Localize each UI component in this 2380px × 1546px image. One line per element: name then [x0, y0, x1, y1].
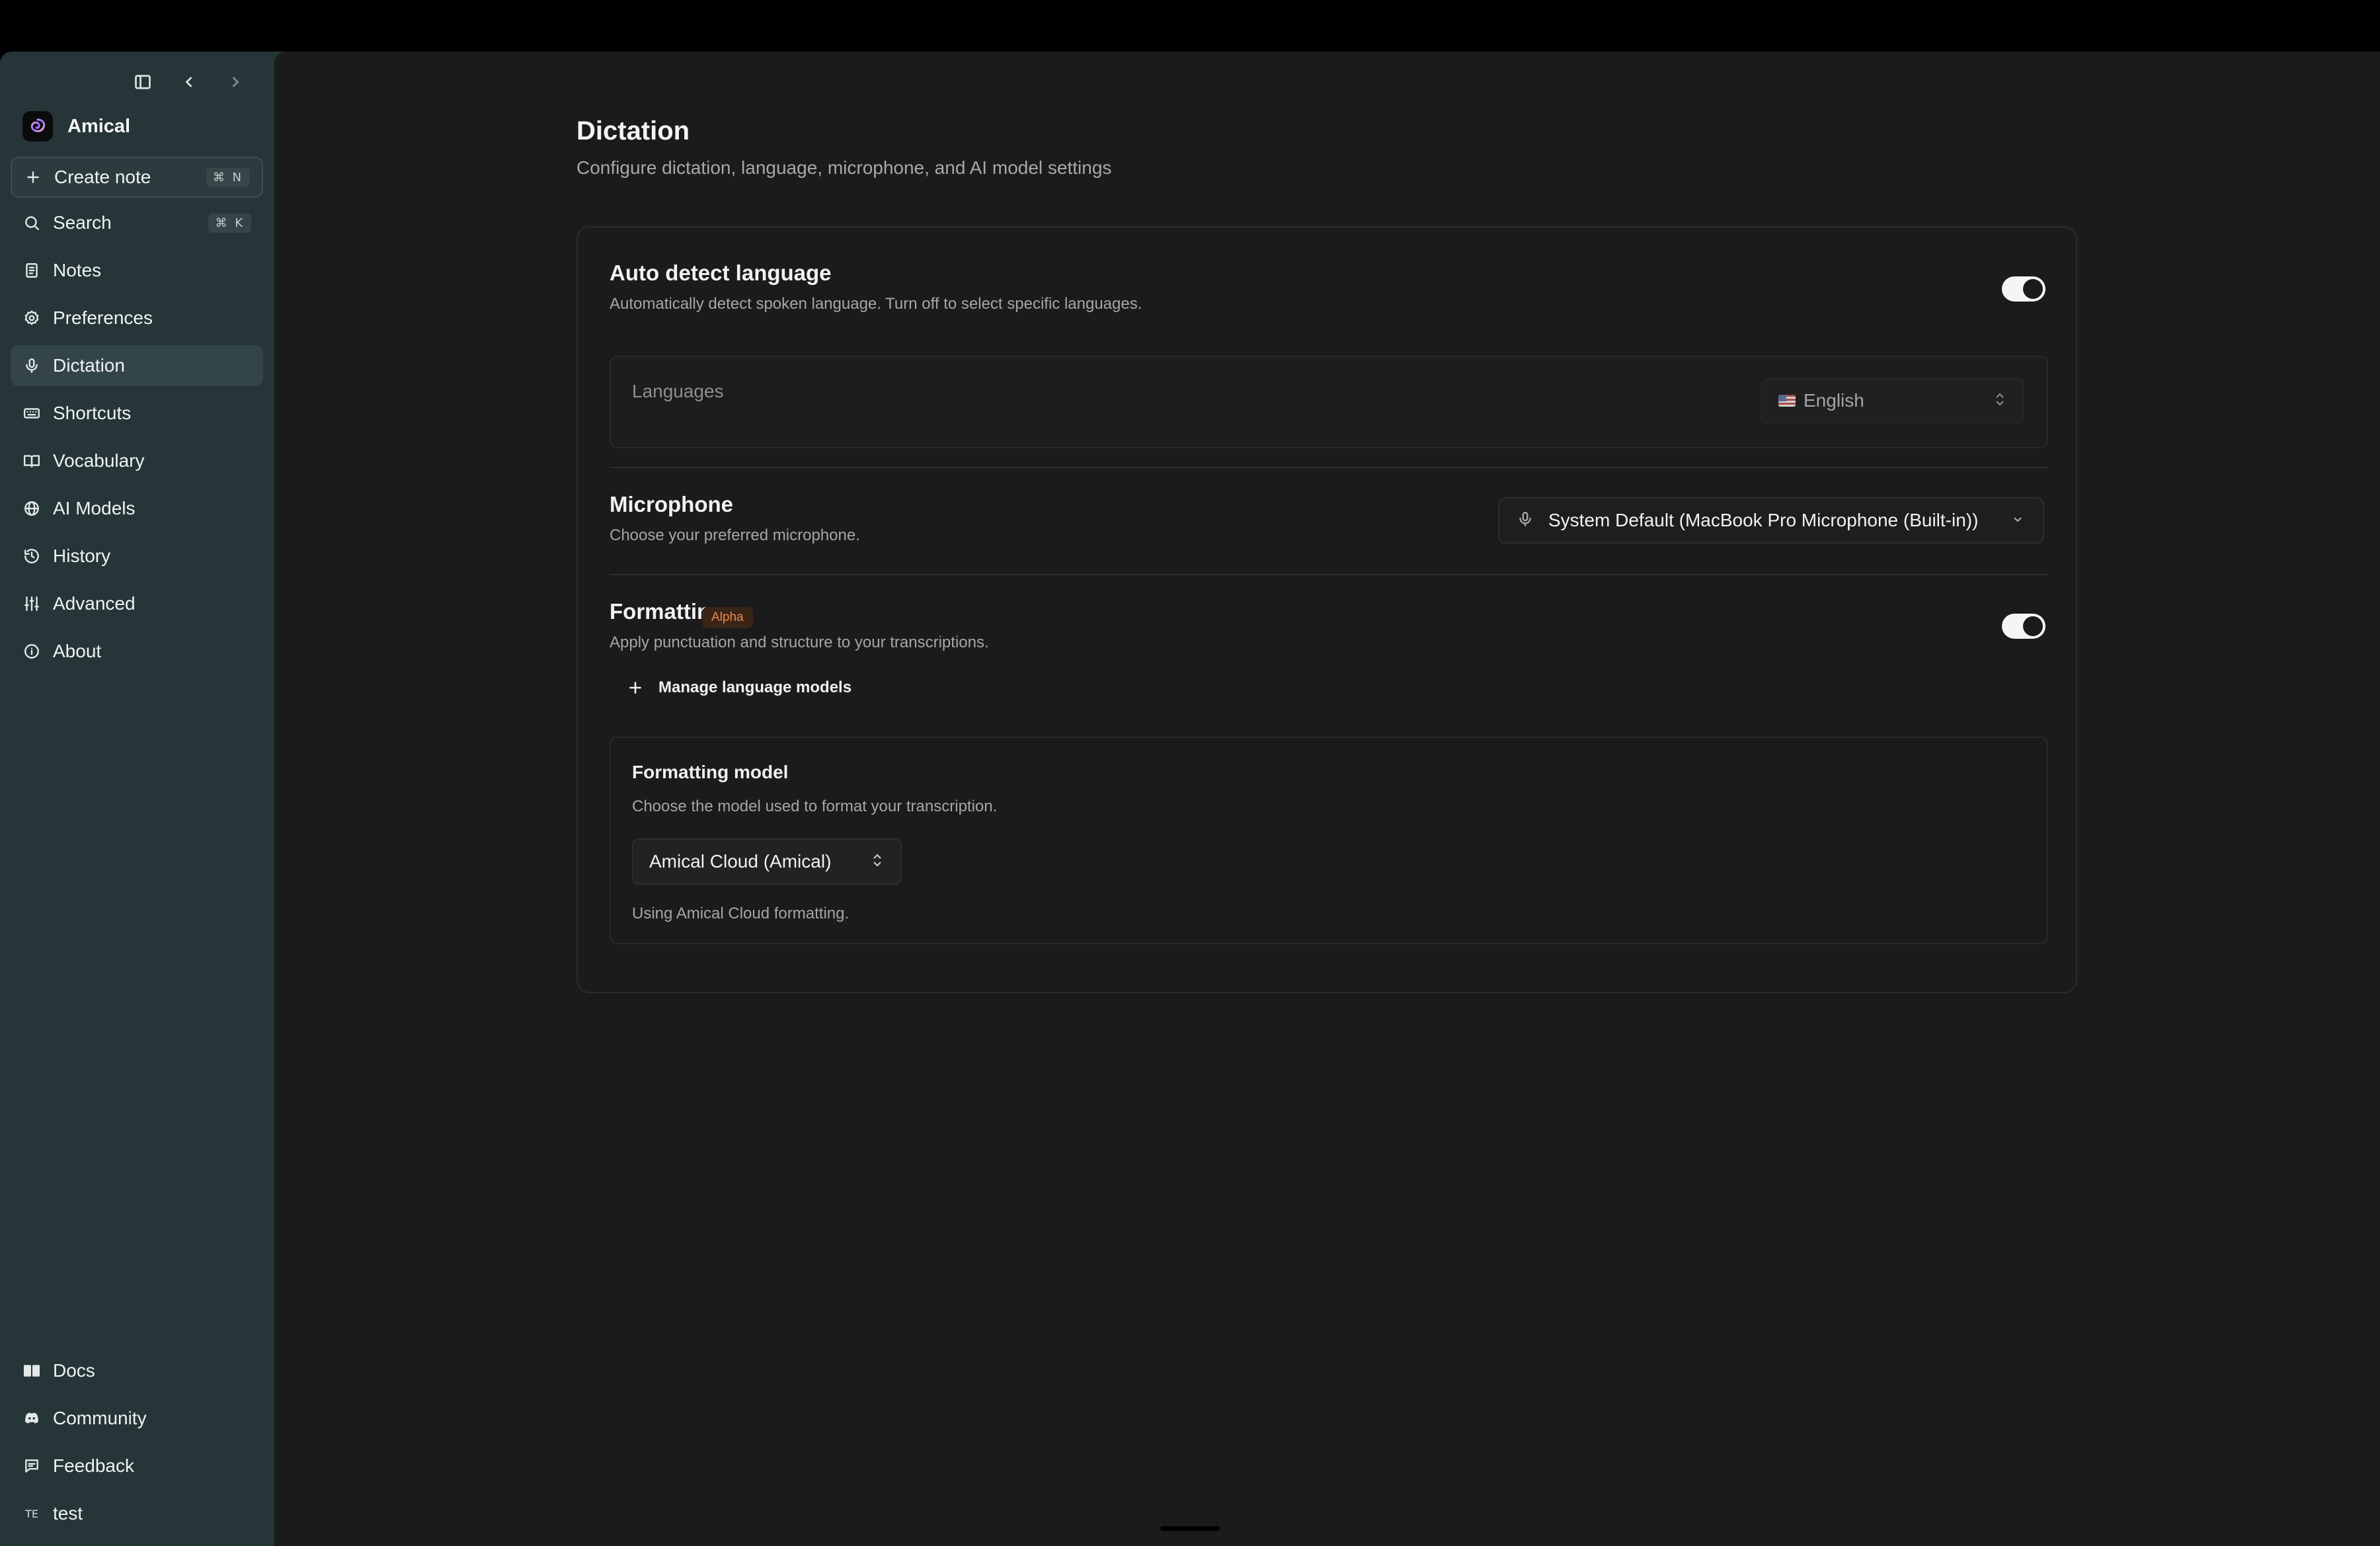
formatting-model-select[interactable]: Amical Cloud (Amical)	[632, 838, 902, 885]
top-bar	[0, 0, 2380, 52]
formatting-model-title: Formatting model	[632, 762, 789, 782]
sidebar-item-label: Feedback	[53, 1455, 134, 1476]
sidebar-item-label: Community	[53, 1408, 147, 1428]
formatting-toggle[interactable]	[2002, 614, 2045, 639]
sidebar-item-ai-models[interactable]: AI Models	[11, 488, 263, 529]
page-title: Dictation	[576, 116, 690, 145]
us-flag-icon	[1778, 395, 1796, 407]
sidebar-item-label: AI Models	[53, 498, 136, 518]
forward-icon[interactable]	[225, 71, 246, 93]
formatting-model-value: Amical Cloud (Amical)	[649, 851, 832, 872]
languages-value: English	[1804, 390, 1864, 411]
alpha-badge: Alpha	[702, 607, 753, 628]
sidebar-item-label: About	[53, 641, 102, 661]
feedback-icon	[22, 1457, 41, 1475]
sliders-icon	[22, 594, 41, 613]
book-open-icon	[22, 1362, 41, 1380]
page-subtitle: Configure dictation, language, microphon…	[576, 157, 1112, 178]
history-icon	[22, 547, 41, 565]
sidebar-item-label: History	[53, 546, 111, 566]
main-content: Dictation Configure dictation, language,…	[274, 52, 2380, 1546]
sidebar-item-feedback[interactable]: Feedback	[11, 1445, 263, 1486]
sidebar-item-dictation[interactable]: Dictation	[11, 345, 263, 386]
toggle-knob	[2023, 279, 2043, 299]
sidebar-item-community[interactable]: Community	[11, 1398, 263, 1439]
formatting-desc: Apply punctuation and structure to your …	[610, 633, 989, 651]
search-shortcut: ⌘ K	[208, 213, 251, 233]
gear-icon	[22, 309, 41, 327]
manage-language-models-label: Manage language models	[658, 678, 852, 696]
dictation-settings-card: Auto detect language Automatically detec…	[576, 226, 2077, 993]
home-indicator	[1160, 1526, 1220, 1531]
sidebar-item-label: Shortcuts	[53, 403, 132, 423]
languages-label: Languages	[632, 381, 724, 401]
discord-icon	[22, 1409, 41, 1428]
chevron-down-icon	[2010, 511, 2026, 530]
microphone-select[interactable]: System Default (MacBook Pro Microphone (…	[1498, 497, 2044, 544]
sidebar-item-vocabulary[interactable]: Vocabulary	[11, 440, 263, 481]
sidebar-item-label: Notes	[53, 260, 102, 280]
sidebar-item-label: Docs	[53, 1360, 95, 1381]
sidebar-item-history[interactable]: History	[11, 536, 263, 577]
sidebar-toggle-icon[interactable]	[132, 71, 153, 93]
languages-box: Languages English	[610, 356, 2048, 448]
sidebar-item-docs[interactable]: Docs	[11, 1350, 263, 1391]
languages-select[interactable]: English	[1761, 378, 2024, 423]
formatting-model-box: Formatting model Choose the model used t…	[610, 737, 2048, 944]
sidebar-item-label: Preferences	[53, 307, 153, 328]
microphone-value: System Default (MacBook Pro Microphone (…	[1548, 510, 1979, 530]
chevron-up-down-icon	[1993, 391, 2007, 411]
plus-icon	[24, 168, 42, 186]
plus-icon	[629, 682, 641, 694]
divider	[610, 574, 2048, 575]
info-icon	[22, 642, 41, 661]
sidebar-item-label: Vocabulary	[53, 450, 145, 471]
sidebar-item-preferences[interactable]: Preferences	[11, 298, 263, 339]
microphone-title: Microphone	[610, 492, 733, 516]
sidebar-nav: Search ⌘ K Notes Preferences Dictation S…	[11, 202, 263, 678]
microphone-desc: Choose your preferred microphone.	[610, 526, 860, 544]
create-note-button[interactable]: Create note ⌘ N	[11, 157, 263, 198]
globe-icon	[22, 499, 41, 518]
brand: Amical	[22, 111, 130, 142]
sidebar-item-advanced[interactable]: Advanced	[11, 583, 263, 624]
back-icon[interactable]	[178, 71, 200, 93]
app-window: Amical Create note ⌘ N Search ⌘ K Notes	[0, 52, 2380, 1546]
sidebar-item-notes[interactable]: Notes	[11, 250, 263, 291]
window-controls	[132, 71, 246, 93]
chevron-up-down-icon	[870, 852, 885, 872]
formatting-model-desc: Choose the model used to format your tra…	[632, 797, 998, 815]
notes-icon	[22, 261, 41, 280]
sidebar-item-shortcuts[interactable]: Shortcuts	[11, 393, 263, 434]
create-note-label: Create note	[54, 167, 151, 187]
book-icon	[22, 452, 41, 470]
search-icon	[22, 214, 41, 232]
auto-detect-toggle[interactable]	[2002, 276, 2045, 302]
sidebar-bottom-nav: Docs Community Feedback TE test	[11, 1350, 263, 1541]
create-note-shortcut: ⌘ N	[206, 167, 250, 187]
keyboard-icon	[22, 404, 41, 423]
formatting-model-note: Using Amical Cloud formatting.	[632, 905, 850, 922]
auto-detect-desc: Automatically detect spoken language. Tu…	[610, 295, 1142, 313]
toggle-knob	[2023, 616, 2043, 636]
mic-icon	[22, 356, 41, 375]
divider	[610, 467, 2048, 468]
sidebar-item-label: test	[53, 1503, 83, 1524]
mic-icon	[1517, 510, 1534, 531]
sidebar-item-user[interactable]: TE test	[11, 1493, 263, 1534]
sidebar-item-about[interactable]: About	[11, 631, 263, 672]
app-logo-icon	[22, 111, 53, 142]
sidebar-item-label: Advanced	[53, 593, 136, 614]
sidebar-item-label: Search	[53, 212, 112, 233]
auto-detect-title: Auto detect language	[610, 261, 832, 285]
sidebar-item-label: Dictation	[53, 355, 125, 376]
sidebar: Amical Create note ⌘ N Search ⌘ K Notes	[0, 52, 274, 1546]
sidebar-item-search[interactable]: Search ⌘ K	[11, 202, 263, 243]
app-name: Amical	[67, 115, 131, 137]
avatar: TE	[25, 1507, 38, 1520]
manage-language-models-button[interactable]: Manage language models	[627, 678, 852, 697]
